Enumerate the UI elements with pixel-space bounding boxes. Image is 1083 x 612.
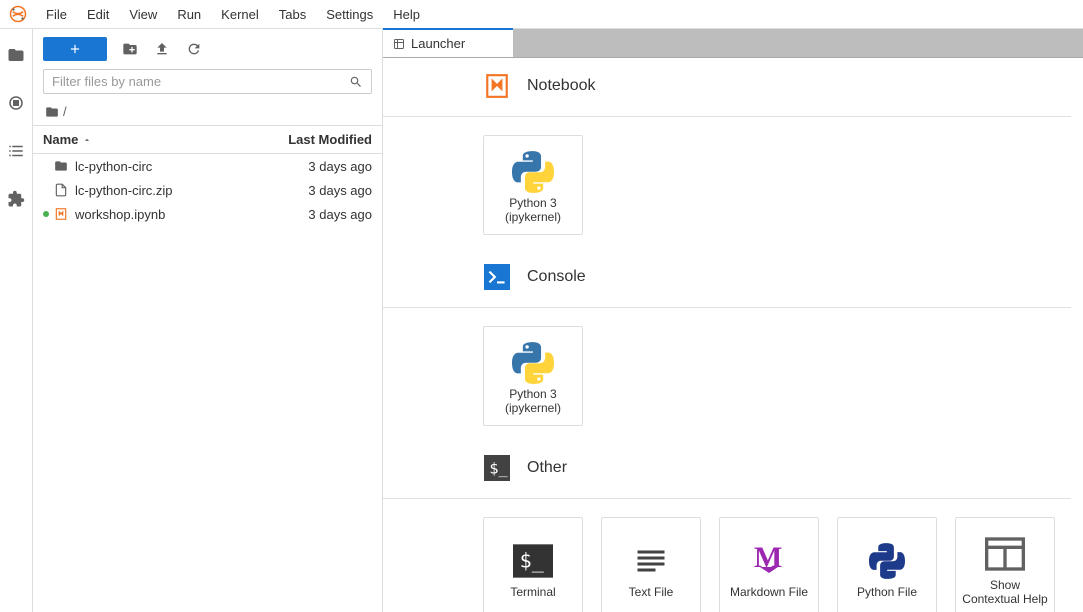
- other-section-icon: $_: [483, 454, 511, 482]
- launcher-card-contextual-help[interactable]: ShowContextual Help: [955, 517, 1055, 612]
- file-browser-toolbar: [33, 29, 382, 69]
- refresh-icon[interactable]: [185, 40, 203, 58]
- notebook-icon: [53, 206, 69, 222]
- svg-text:$_: $_: [520, 548, 545, 572]
- text-file-icon: [627, 541, 675, 581]
- upload-icon[interactable]: [153, 40, 171, 58]
- python-file-icon: [863, 541, 911, 581]
- menu-view[interactable]: View: [119, 3, 167, 26]
- section-title: Notebook: [527, 77, 596, 95]
- toc-tab-icon[interactable]: [6, 141, 26, 161]
- section-other-header: $_ Other: [483, 454, 1083, 482]
- launcher-body: Notebook Python 3(ipykernel) Console: [383, 58, 1083, 612]
- menu-settings[interactable]: Settings: [316, 3, 383, 26]
- running-tab-icon[interactable]: [6, 93, 26, 113]
- menu-run[interactable]: Run: [167, 3, 211, 26]
- section-title: Console: [527, 268, 586, 286]
- terminal-icon: $_: [509, 541, 557, 581]
- card-label: Text File: [625, 585, 678, 599]
- menu-kernel[interactable]: Kernel: [211, 3, 269, 26]
- card-label: Python File: [853, 585, 921, 599]
- launcher-icon: [393, 38, 405, 50]
- content-area: Launcher Notebook Python 3(ipykernel): [383, 29, 1083, 612]
- menu-file[interactable]: File: [36, 3, 77, 26]
- file-name: lc-python-circ.zip: [75, 183, 262, 198]
- col-modified-header[interactable]: Last Modified: [252, 132, 372, 147]
- menu-help[interactable]: Help: [383, 3, 430, 26]
- card-label: Terminal: [506, 585, 559, 599]
- tab-launcher[interactable]: Launcher: [383, 28, 513, 57]
- file-modified: 3 days ago: [262, 159, 372, 174]
- new-launcher-button[interactable]: [43, 37, 107, 61]
- markdown-icon: M: [745, 541, 793, 581]
- file-name: lc-python-circ: [75, 159, 262, 174]
- file-list-header: Name Last Modified: [33, 125, 382, 154]
- file-list: lc-python-circ 3 days ago lc-python-circ…: [33, 154, 382, 612]
- launcher-card-python-file[interactable]: Python File: [837, 517, 937, 612]
- launcher-card-notebook-python3[interactable]: Python 3(ipykernel): [483, 135, 583, 235]
- notebook-section-icon: [483, 72, 511, 100]
- contextual-help-icon: [981, 534, 1029, 574]
- filter-input-wrap: [43, 69, 372, 94]
- card-label: ShowContextual Help: [958, 578, 1051, 607]
- card-label: Python 3(ipykernel): [501, 387, 565, 416]
- folder-tab-icon[interactable]: [6, 45, 26, 65]
- col-name-header[interactable]: Name: [43, 132, 252, 147]
- python-logo-icon: [509, 152, 557, 192]
- file-row[interactable]: workshop.ipynb 3 days ago: [33, 202, 382, 226]
- file-name: workshop.ipynb: [75, 207, 262, 222]
- section-notebook-header: Notebook: [483, 72, 1083, 100]
- python-logo-icon: [509, 343, 557, 383]
- jupyter-logo: [8, 4, 28, 24]
- file-icon: [53, 182, 69, 198]
- file-modified: 3 days ago: [262, 207, 372, 222]
- tab-bar: Launcher: [383, 29, 1083, 58]
- filter-input[interactable]: [52, 74, 343, 89]
- file-browser-panel: / Name Last Modified lc-python-circ 3 da…: [33, 29, 383, 612]
- new-folder-icon[interactable]: [121, 40, 139, 58]
- menu-edit[interactable]: Edit: [77, 3, 119, 26]
- launcher-card-terminal[interactable]: $_ Terminal: [483, 517, 583, 612]
- file-row[interactable]: lc-python-circ 3 days ago: [33, 154, 382, 178]
- file-modified: 3 days ago: [262, 183, 372, 198]
- tab-label: Launcher: [411, 36, 465, 51]
- launcher-card-console-python3[interactable]: Python 3(ipykernel): [483, 326, 583, 426]
- menu-tabs[interactable]: Tabs: [269, 3, 316, 26]
- search-icon: [349, 75, 363, 89]
- breadcrumb[interactable]: /: [33, 100, 382, 125]
- svg-text:$_: $_: [489, 459, 508, 477]
- breadcrumb-path: /: [63, 104, 67, 119]
- extensions-tab-icon[interactable]: [6, 189, 26, 209]
- console-section-icon: [483, 263, 511, 291]
- file-row[interactable]: lc-python-circ.zip 3 days ago: [33, 178, 382, 202]
- card-label: Python 3(ipykernel): [501, 196, 565, 225]
- folder-icon: [53, 158, 69, 174]
- section-title: Other: [527, 459, 567, 477]
- activity-bar: [0, 29, 33, 612]
- top-menu-bar: File Edit View Run Kernel Tabs Settings …: [0, 0, 1083, 29]
- section-console-header: Console: [483, 263, 1083, 291]
- card-label: Markdown File: [726, 585, 812, 599]
- running-indicator: [43, 211, 49, 217]
- launcher-card-markdown-file[interactable]: M Markdown File: [719, 517, 819, 612]
- launcher-card-text-file[interactable]: Text File: [601, 517, 701, 612]
